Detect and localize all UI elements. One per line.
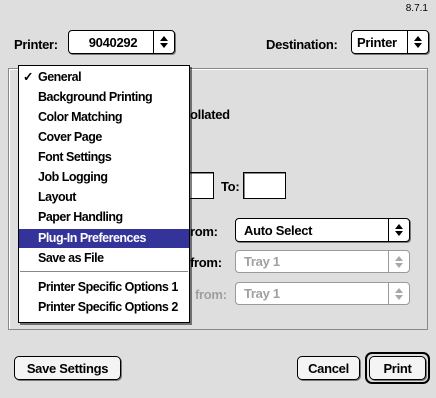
- first-page-source-arrows-icon: [388, 219, 409, 241]
- destination-popup-arrows-icon: [407, 31, 428, 53]
- menu-item-save-as-file[interactable]: Save as File: [19, 249, 189, 268]
- menu-item-background-printing[interactable]: Background Printing: [19, 88, 189, 107]
- remaining-from-label: from:: [190, 255, 222, 270]
- menu-item-printer-specific-options-1[interactable]: Printer Specific Options 1: [19, 278, 189, 297]
- destination-label: Destination:: [266, 37, 338, 52]
- printer-popup[interactable]: 9040292: [68, 30, 175, 54]
- menu-item-paper-handling[interactable]: Paper Handling: [19, 208, 189, 227]
- cancel-button[interactable]: Cancel: [297, 356, 360, 380]
- destination-popup[interactable]: Printer: [351, 30, 429, 54]
- remaining-source-value: Tray 1: [244, 254, 280, 269]
- remaining-source-arrows-icon: [388, 251, 409, 272]
- checkmark-icon: ✓: [23, 70, 33, 84]
- menu-item-color-matching[interactable]: Color Matching: [19, 108, 189, 127]
- printer-label: Printer:: [14, 37, 58, 52]
- print-button[interactable]: Print: [369, 356, 426, 380]
- version-label: 8.7.1: [405, 3, 428, 14]
- menu-item-job-logging[interactable]: Job Logging: [19, 168, 189, 187]
- menu-item-cover-page[interactable]: Cover Page: [19, 128, 189, 147]
- destination-value: Printer: [357, 34, 397, 50]
- first-page-source-value: Auto Select: [244, 222, 313, 238]
- printer-value: 9040292: [88, 34, 138, 50]
- save-settings-button[interactable]: Save Settings: [14, 356, 121, 380]
- last-page-from-label: from:: [195, 287, 227, 302]
- to-label: To:: [221, 179, 240, 194]
- menu-item-general[interactable]: ✓ General: [19, 68, 189, 87]
- from-page-field[interactable]: [186, 172, 214, 199]
- first-page-source-popup[interactable]: Auto Select: [235, 218, 410, 242]
- menu-separator: [20, 271, 188, 272]
- menu-item-printer-specific-options-2[interactable]: Printer Specific Options 2: [19, 298, 189, 317]
- menu-item-layout[interactable]: Layout: [19, 188, 189, 207]
- collated-label-fragment: ollated: [190, 107, 230, 122]
- to-page-field[interactable]: [243, 172, 286, 199]
- last-page-source-popup[interactable]: Tray 1: [235, 282, 410, 305]
- menu-item-font-settings[interactable]: Font Settings: [19, 148, 189, 167]
- last-page-source-arrows-icon: [388, 283, 409, 304]
- first-page-from-label: rom:: [190, 224, 218, 239]
- last-page-source-value: Tray 1: [244, 286, 280, 301]
- panel-menu[interactable]: ✓ General Background Printing Color Matc…: [18, 65, 190, 323]
- printer-popup-arrows-icon: [153, 31, 174, 53]
- remaining-source-popup[interactable]: Tray 1: [235, 250, 410, 273]
- menu-item-plug-in-preferences[interactable]: Plug-In Preferences: [19, 229, 189, 248]
